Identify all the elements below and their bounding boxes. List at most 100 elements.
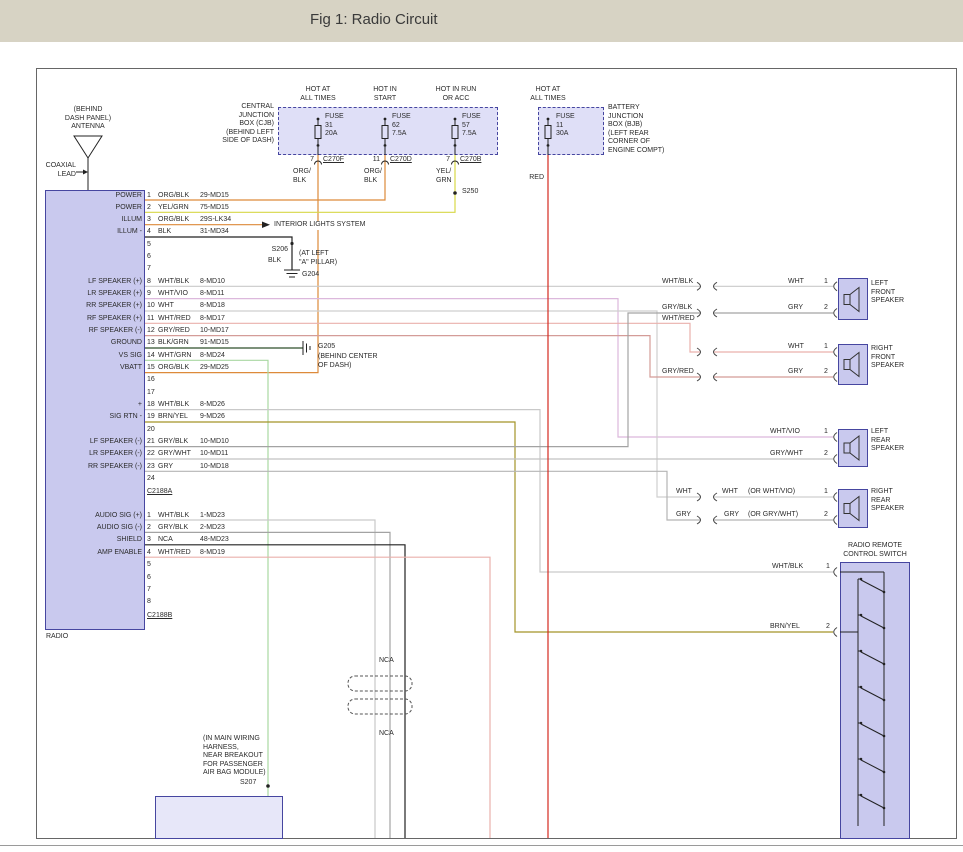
pin-a-name-15: VBATT — [47, 364, 142, 373]
speaker-box-right-rear — [838, 489, 868, 528]
pin-b-circuit-3: 48-MD23 — [200, 536, 229, 545]
pin-a-name-19: SIG RTN - — [47, 413, 142, 422]
pin-a-num-7: 7 — [147, 265, 151, 274]
pin-a-num-23: 23 — [147, 463, 155, 472]
pin-a-circuit-21: 10-MD10 — [200, 438, 229, 447]
pin-a-num-2: 2 — [147, 204, 151, 213]
pin-b-name-3: SHIELD — [47, 536, 142, 545]
remote-pin2: 2 — [826, 623, 830, 632]
rf-term-pos: WHT — [788, 343, 804, 352]
pin-a-circuit-18: 8-MD26 — [200, 401, 225, 410]
wire-org-blk-f31: ORG/ BLK — [293, 168, 311, 185]
pin-b-circuit-1: 1-MD23 — [200, 512, 225, 521]
pin-a-circuit-12: 10-MD17 — [200, 327, 229, 336]
remote-switch-box — [840, 562, 910, 839]
pin-b-wire-1: WHT/BLK — [158, 512, 189, 521]
pin-a-name-3: ILLUM — [47, 216, 142, 225]
lr-wire-neg: GRY/WHT — [770, 450, 803, 459]
hot-at-all-times-2: HOT AT ALL TIMES — [518, 86, 578, 103]
pin-a-wire-22: GRY/WHT — [158, 450, 191, 459]
pin-a-wire-1: ORG/BLK — [158, 192, 189, 201]
pin-b-num-4: 4 — [147, 549, 151, 558]
rr-wire-neg-left: GRY — [676, 511, 691, 520]
rr-wire-pos-left: WHT — [676, 488, 692, 497]
hot-at-all-times-1: HOT AT ALL TIMES — [288, 86, 348, 103]
lr-pin2: 2 — [824, 450, 828, 459]
c270f-link[interactable]: C270F — [323, 156, 344, 165]
pin-a-circuit-2: 75-MD15 — [200, 204, 229, 213]
pin-a-num-15: 15 — [147, 364, 155, 373]
pin-b-name-4: AMP ENABLE — [47, 549, 142, 558]
pin-a-num-14: 14 — [147, 352, 155, 361]
pin-a-num-11: 11 — [147, 315, 154, 324]
antenna-label: (BEHIND DASH PANEL) ANTENNA — [50, 106, 126, 132]
speaker-box-left-front — [838, 278, 868, 320]
pin-b-num-7: 7 — [147, 586, 151, 595]
pin-a-wire-13: BLK/GRN — [158, 339, 189, 348]
pin-b-wire-3: NCA — [158, 536, 173, 545]
pin-a-num-3: 3 — [147, 216, 151, 225]
airbag-harness-box — [155, 796, 283, 839]
rr-wire-neg-alt: (OR GRY/WHT) — [748, 511, 798, 520]
c270d-link[interactable]: C270D — [390, 156, 412, 165]
pin-a-num-20: 20 — [147, 426, 155, 435]
c2188a-link[interactable]: C2188A — [147, 488, 172, 497]
rf-wire-neg: GRY/RED — [662, 368, 694, 377]
speaker-box-left-rear — [838, 429, 868, 467]
pin-a-num-10: 10 — [147, 302, 155, 311]
lf-pin1: 1 — [824, 278, 828, 287]
lf-wire-pos: WHT/BLK — [662, 278, 693, 287]
g205-label: G205 — [318, 343, 335, 352]
pin-a-num-9: 9 — [147, 290, 151, 299]
wire-org-blk-f62: ORG/ BLK — [364, 168, 382, 185]
rf-pin2: 2 — [824, 368, 828, 377]
remote-wire1: WHT/BLK — [772, 563, 803, 572]
lf-speaker-label: LEFT FRONT SPEAKER — [871, 280, 904, 306]
pin-a-wire-4: BLK — [158, 228, 171, 237]
pin-a-num-21: 21 — [147, 438, 155, 447]
pin-a-wire-3: ORG/BLK — [158, 216, 189, 225]
pin-a-circuit-15: 29-MD25 — [200, 364, 229, 373]
pin-a-wire-11: WHT/RED — [158, 315, 191, 324]
pin-a-wire-15: ORG/BLK — [158, 364, 189, 373]
pin-a-circuit-23: 10-MD18 — [200, 463, 229, 472]
lf-term-pos: WHT — [788, 278, 804, 287]
pin-a-wire-8: WHT/BLK — [158, 278, 189, 287]
page-bottom-rule — [0, 845, 963, 846]
remote-pin1: 1 — [826, 563, 830, 572]
lf-term-neg: GRY — [788, 304, 803, 313]
lf-pin2: 2 — [824, 304, 828, 313]
harness-note: (IN MAIN WIRING HARNESS, NEAR BREAKOUT F… — [203, 735, 266, 778]
c270b-link[interactable]: C270B — [460, 156, 481, 165]
pin-a-circuit-1: 29-MD15 — [200, 192, 229, 201]
pin-a-name-12: RF SPEAKER (-) — [47, 327, 142, 336]
c2188b-link[interactable]: C2188B — [147, 612, 172, 621]
pin-a-name-14: VS SIG — [47, 352, 142, 361]
pin-b-wire-2: GRY/BLK — [158, 524, 188, 533]
pin-a-num-4: 4 — [147, 228, 151, 237]
hot-in-run-or-acc: HOT IN RUN OR ACC — [428, 86, 484, 103]
pin-a-name-11: RF SPEAKER (+) — [47, 315, 142, 324]
lr-wire-pos: WHT/VIO — [770, 428, 800, 437]
remote-wire2: BRN/YEL — [770, 623, 800, 632]
pin-a-wire-12: GRY/RED — [158, 327, 190, 336]
pin-a-name-13: GROUND — [47, 339, 142, 348]
pin-a-num-19: 19 — [147, 413, 155, 422]
rr-pin1: 1 — [824, 488, 828, 497]
pin-a-num-22: 22 — [147, 450, 155, 459]
pin-a-circuit-14: 8-MD24 — [200, 352, 225, 361]
c270f-pin: 7 — [302, 156, 314, 165]
pin-a-num-24: 24 — [147, 475, 155, 484]
pin-a-name-1: POWER — [47, 192, 142, 201]
pin-a-wire-21: GRY/BLK — [158, 438, 188, 447]
g205-loc-label: (BEHIND CENTER OF DASH) — [318, 353, 378, 370]
pin-a-name-18: + — [47, 401, 142, 410]
page: Fig 1: Radio Circuit — [0, 0, 963, 852]
c270d-pin: 11 — [366, 156, 380, 165]
lr-speaker-label: LEFT REAR SPEAKER — [871, 428, 904, 454]
s206-blk-label: BLK — [268, 257, 281, 266]
pin-b-num-2: 2 — [147, 524, 151, 533]
pin-a-wire-18: WHT/BLK — [158, 401, 189, 410]
g204-label: G204 — [302, 271, 319, 280]
pin-a-name-22: LR SPEAKER (-) — [47, 450, 142, 459]
